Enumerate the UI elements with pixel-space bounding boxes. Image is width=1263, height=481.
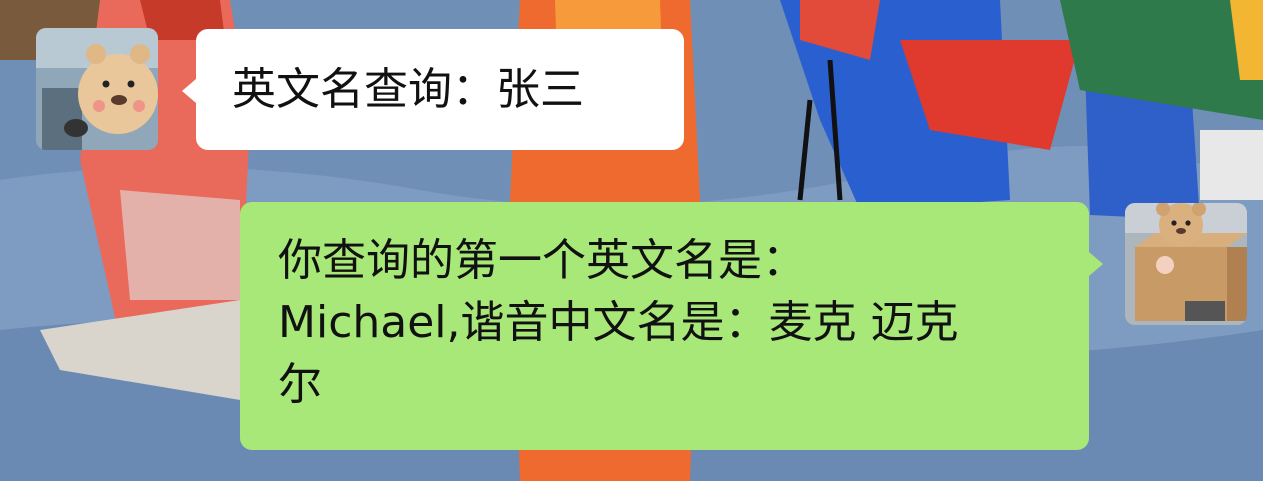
bear-in-box-avatar-icon (1125, 203, 1247, 325)
outgoing-message-bubble[interactable]: 你查询的第一个英文名是： Michael,谐音中文名是：麦克 迈克 尔 (240, 202, 1103, 450)
user-avatar[interactable] (36, 28, 158, 150)
incoming-message-bubble[interactable]: 英文名查询：张三 (182, 29, 684, 150)
bear-avatar-icon (36, 28, 158, 150)
bot-avatar[interactable] (1125, 203, 1247, 325)
incoming-message-text: 英文名查询：张三 (232, 64, 584, 115)
outgoing-message-text: 你查询的第一个英文名是： Michael,谐音中文名是：麦克 迈克 尔 (278, 235, 959, 410)
